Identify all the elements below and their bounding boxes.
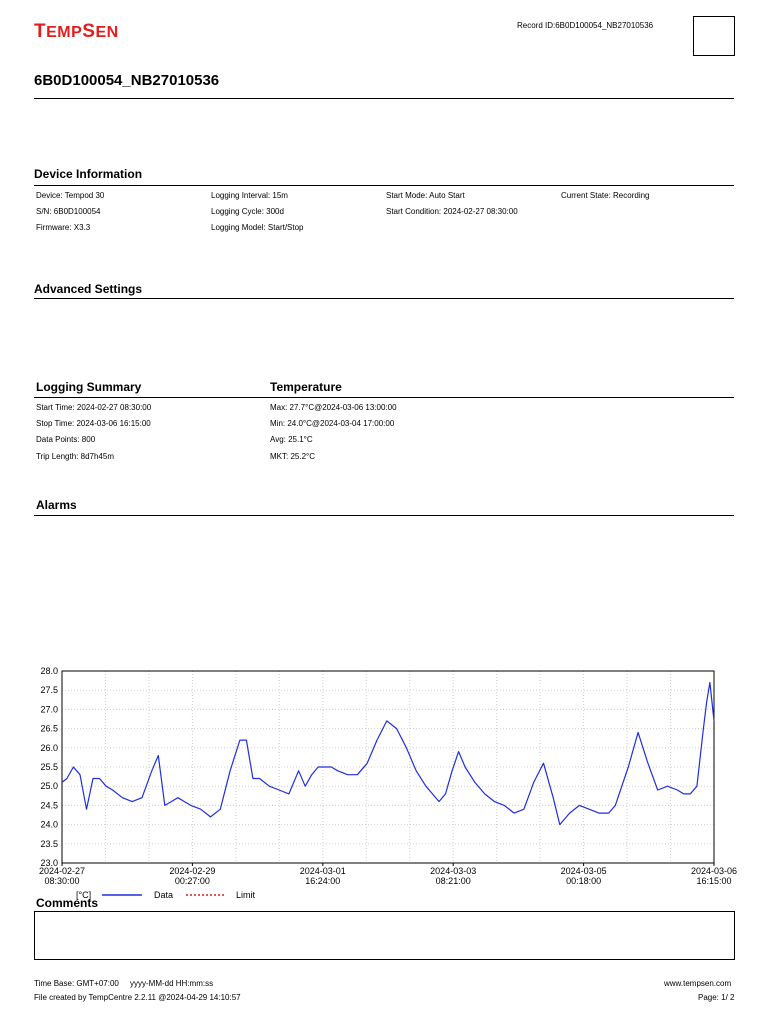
data-series-line <box>61 681 715 826</box>
x-tick-date: 2024-03-01 <box>300 866 346 876</box>
y-tick-label: 26.5 <box>40 724 58 734</box>
temp-min-field: Min: 24.0°C@2024-03-04 17:00:00 <box>270 419 395 428</box>
x-tick-time: 16:24:00 <box>305 876 340 886</box>
advanced-settings-divider <box>34 298 734 299</box>
logging-model-field: Logging Model: Start/Stop <box>211 223 304 232</box>
trip-length-field: Trip Length: 8d7h45m <box>36 452 114 461</box>
advanced-settings-heading: Advanced Settings <box>34 282 143 296</box>
y-tick-label: 28.0 <box>40 666 58 676</box>
serial-field: S/N: 6B0D100054 <box>36 207 101 216</box>
temp-max-field: Max: 27.7°C@2024-03-06 13:00:00 <box>270 403 397 412</box>
page-number: Page: 1/ 2 <box>698 993 735 1002</box>
start-condition-field: Start Condition: 2024-02-27 08:30:00 <box>386 207 518 216</box>
y-tick-label: 27.5 <box>40 685 58 695</box>
start-time-field: Start Time: 2024-02-27 08:30:00 <box>36 403 152 412</box>
qr-code-box <box>693 16 735 56</box>
summary-divider <box>34 397 734 398</box>
temp-avg-field: Avg: 25.1°C <box>270 435 313 444</box>
file-created: File created by TempCentre 2.2.11 @2024-… <box>34 993 241 1002</box>
record-id: Record ID:6B0D100054_NB27010536 <box>517 21 654 30</box>
logo-en: EN <box>95 24 119 41</box>
tempsen-logo: TEMPSEN <box>34 21 119 43</box>
device-info-heading: Device Information <box>34 167 143 181</box>
data-points-field: Data Points: 800 <box>36 435 96 444</box>
stop-time-field: Stop Time: 2024-03-06 16:15:00 <box>36 419 151 428</box>
x-tick-time: 00:27:00 <box>175 876 210 886</box>
x-tick-time: 08:30:00 <box>44 876 79 886</box>
document-title: 6B0D100054_NB27010536 <box>34 72 220 89</box>
x-tick-time: 16:15:00 <box>696 876 731 886</box>
legend-data-label: Data <box>154 890 173 900</box>
alarms-divider <box>34 515 734 516</box>
logging-interval-field: Logging Interval: 15m <box>211 191 288 200</box>
y-tick-label: 24.0 <box>40 820 58 830</box>
logo-t: T <box>34 21 47 42</box>
legend-limit-label: Limit <box>236 890 256 900</box>
logging-summary-heading: Logging Summary <box>36 380 142 394</box>
temperature-heading: Temperature <box>270 380 342 394</box>
y-tick-label: 24.5 <box>40 800 58 810</box>
y-tick-label: 25.0 <box>40 781 58 791</box>
firmware-field: Firmware: X3.3 <box>36 223 91 232</box>
logging-cycle-field: Logging Cycle: 300d <box>211 207 284 216</box>
x-tick-time: 00:18:00 <box>566 876 601 886</box>
x-tick-date: 2024-03-05 <box>561 866 607 876</box>
temp-mkt-field: MKT: 25.2°C <box>270 452 315 461</box>
x-tick-date: 2024-03-06 <box>691 866 737 876</box>
website-link[interactable]: www.tempsen.com <box>664 979 731 988</box>
device-field: Device: Tempod 30 <box>36 191 105 200</box>
x-tick-date: 2024-03-03 <box>430 866 476 876</box>
alarms-heading: Alarms <box>36 498 77 512</box>
comments-box <box>34 911 735 960</box>
time-format: yyyy-MM-dd HH:mm:ss <box>130 979 214 988</box>
logo-s: S <box>82 21 96 42</box>
temperature-chart: 28.0 27.5 27.0 26.5 26.0 25.5 25.0 24.5 24.0 23.5… <box>39 666 737 900</box>
comments-heading: Comments <box>36 896 99 910</box>
logo-emp: EMP <box>46 24 83 41</box>
title-divider <box>34 98 734 99</box>
y-tick-label: 27.0 <box>40 704 58 714</box>
current-state-field: Current State: Recording <box>561 191 650 200</box>
x-tick-time: 08:21:00 <box>436 876 471 886</box>
start-mode-field: Start Mode: Auto Start <box>386 191 465 200</box>
time-base: Time Base: GMT+07:00 <box>34 979 119 988</box>
x-tick-date: 2024-02-29 <box>169 866 215 876</box>
device-info-divider <box>34 185 734 186</box>
y-tick-label: 25.5 <box>40 762 58 772</box>
y-tick-label: 26.0 <box>40 743 58 753</box>
y-tick-label: 23.5 <box>40 839 58 849</box>
x-tick-date: 2024-02-27 <box>39 866 85 876</box>
